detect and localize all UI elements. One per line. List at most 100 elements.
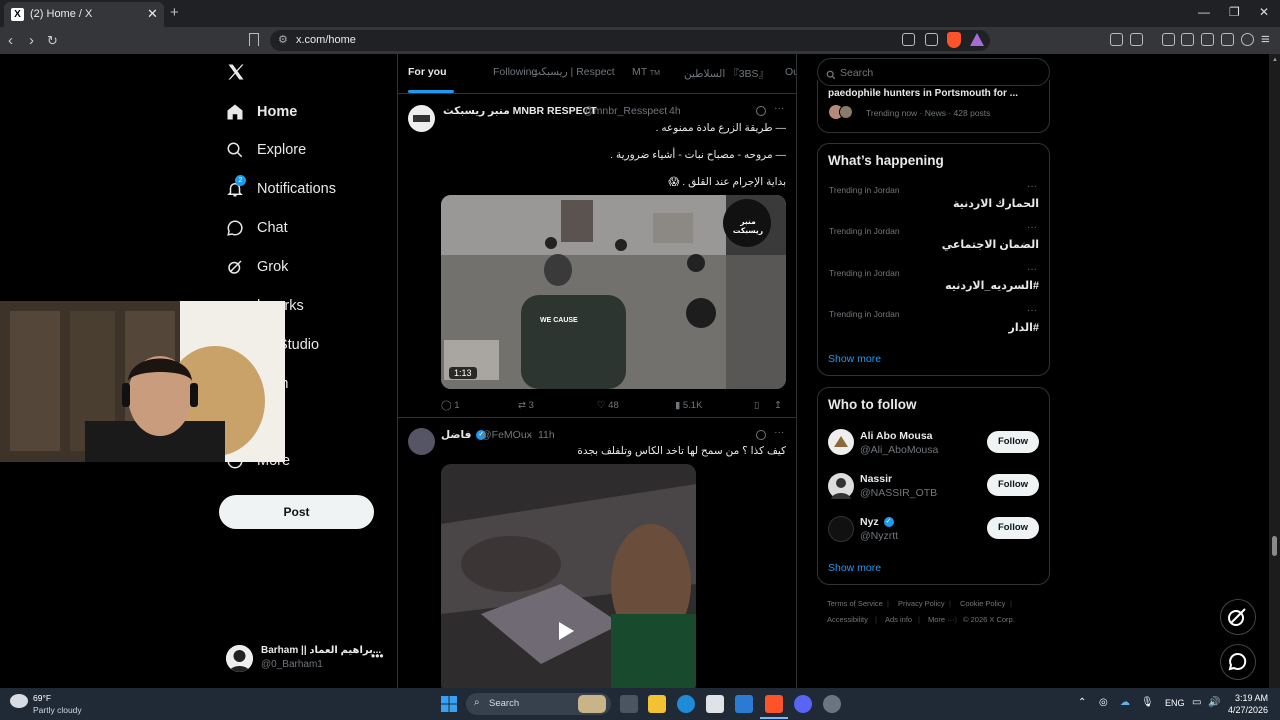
trending-news-card[interactable]: paedophile hunters in Portsmouth for ...…	[817, 80, 1050, 133]
messages-fab-button[interactable]	[1220, 644, 1256, 680]
tweet-author-name[interactable]: فاضل ✓	[441, 429, 487, 441]
sidebar-item-explore[interactable]: Explore	[226, 132, 306, 168]
trend-title[interactable]: paedophile hunters in Portsmouth for ...	[828, 88, 1018, 99]
follow-button[interactable]: Follow	[987, 431, 1039, 453]
share-icon[interactable]	[925, 33, 938, 46]
restore-icon[interactable]: ❐	[1229, 5, 1240, 19]
reload-icon[interactable]: ↻	[47, 33, 58, 49]
tweet-time[interactable]: 11h	[538, 429, 555, 441]
vpn-icon[interactable]	[1241, 33, 1254, 46]
tweet-time[interactable]: 4h	[669, 105, 681, 117]
repost-button[interactable]: ⇄ 3	[518, 400, 534, 411]
grok-explain-icon[interactable]	[756, 430, 766, 440]
footer-link[interactable]: More ···	[928, 615, 955, 624]
minimize-icon[interactable]: —	[1198, 5, 1210, 19]
tray-overflow-icon[interactable]: ⌃	[1078, 697, 1086, 708]
views-button[interactable]: ▮ 5.1K	[675, 400, 702, 411]
taskbar-search[interactable]: ⌕ Search	[466, 693, 611, 715]
follow-name[interactable]: Nyz ✓	[860, 516, 894, 528]
x-logo-icon[interactable]	[226, 62, 246, 87]
screenshot-icon[interactable]	[1130, 33, 1143, 46]
reader-icon[interactable]	[902, 33, 915, 46]
tweet-video[interactable]	[441, 464, 696, 688]
tweet-author-name[interactable]: منبر ريسبكت MNBR RESPECT	[443, 105, 597, 117]
leo-ai-icon[interactable]	[1221, 33, 1234, 46]
show-more-link[interactable]: Show more	[828, 353, 881, 365]
tweet-more-icon[interactable]: ···	[774, 102, 785, 114]
footer-link[interactable]: Terms of Service	[827, 599, 883, 608]
trend-item[interactable]: #السرديه_الاردنيه	[945, 279, 1039, 292]
footer-link[interactable]: Cookie Policy	[960, 599, 1005, 608]
windows-start-icon[interactable]	[441, 696, 457, 712]
tweet[interactable]: منبر ريسبكت MNBR RESPECT @mnbr_Resspect …	[398, 98, 796, 418]
file-explorer-icon[interactable]	[648, 695, 666, 713]
extensions-icon[interactable]	[1110, 33, 1123, 46]
follow-handle[interactable]: @Nyzrtt	[860, 530, 898, 542]
brave-rewards-icon[interactable]	[970, 33, 984, 46]
scrollbar-thumb[interactable]	[1272, 536, 1277, 556]
follow-button[interactable]: Follow	[987, 517, 1039, 539]
volume-icon[interactable]: 🔊	[1208, 697, 1220, 708]
tweet-video[interactable]: WE CAUSE منبر ريسبكت 1:13	[441, 195, 786, 389]
sidebar-item-grok[interactable]: Grok	[226, 249, 288, 285]
sidebar-item-notifications[interactable]: 2 Notifications	[226, 171, 336, 207]
tab-mt[interactable]: MT TM	[632, 66, 660, 78]
tweet-author-handle[interactable]: @FeMOux	[481, 429, 532, 441]
discord-icon[interactable]	[794, 695, 812, 713]
bookmark-page-icon[interactable]	[249, 33, 259, 46]
footer-link[interactable]: Ads info	[885, 615, 912, 624]
brave-taskbar-icon[interactable]	[765, 695, 783, 713]
avatar[interactable]	[828, 429, 854, 455]
more-dots-icon[interactable]: ···	[1027, 222, 1037, 233]
trend-item[interactable]: #الدار	[1009, 321, 1039, 334]
more-dots-icon[interactable]: ···	[1027, 181, 1037, 192]
avatar[interactable]	[408, 105, 435, 132]
weather-desc[interactable]: Partly cloudy	[33, 705, 82, 715]
more-dots-icon[interactable]: ···	[1027, 264, 1037, 275]
post-button[interactable]: Post	[219, 495, 374, 529]
avatar[interactable]	[408, 428, 435, 455]
reply-button[interactable]: ◯ 1	[441, 400, 460, 411]
scroll-up-icon[interactable]: ▲	[1272, 57, 1278, 63]
page-scrollbar[interactable]: ▲	[1269, 54, 1280, 688]
sidebar-item-home[interactable]: Home	[226, 94, 297, 130]
browser-tab[interactable]: X (2) Home / X ✕	[4, 2, 164, 27]
trend-item[interactable]: الضمان الاجتماعي	[942, 238, 1039, 251]
follow-button[interactable]: Follow	[987, 474, 1039, 496]
avatar[interactable]	[828, 473, 854, 499]
footer-link[interactable]: Accessibility	[827, 615, 868, 624]
play-icon[interactable]	[559, 622, 574, 640]
follow-handle[interactable]: @Ali_AboMousa	[860, 444, 938, 456]
mail-icon[interactable]	[735, 695, 753, 713]
microphone-icon[interactable]: 🎙	[1141, 697, 1154, 708]
grok-explain-icon[interactable]	[756, 106, 766, 116]
more-dots-icon[interactable]: ···	[1027, 305, 1037, 316]
trend-item[interactable]: الحمارك الاردنية	[953, 197, 1039, 210]
address-bar[interactable]: ⚙ x.com/home	[270, 30, 990, 51]
app-icon[interactable]	[823, 695, 841, 713]
tweet[interactable]: فاضل ✓ @FeMOux · 11h ··· كيف كذا ؟ من سم…	[398, 420, 796, 688]
media-icon[interactable]	[1162, 33, 1175, 46]
more-dots-icon[interactable]: •••	[371, 649, 384, 663]
tab-respect[interactable]: ريسبكت | Respect	[531, 66, 615, 78]
menu-icon[interactable]: ≡	[1261, 31, 1270, 48]
follow-name[interactable]: Ali Abo Mousa	[860, 430, 933, 442]
tweet-author-handle[interactable]: @mnbr_Resspect	[583, 105, 667, 117]
clock-time[interactable]: 3:19 AM	[1226, 693, 1268, 703]
new-tab-icon[interactable]: +	[170, 4, 179, 21]
network-icon[interactable]: ▭	[1192, 697, 1201, 708]
store-icon[interactable]	[706, 695, 724, 713]
brave-shields-icon[interactable]	[947, 32, 961, 48]
back-icon[interactable]: ‹	[8, 32, 13, 49]
footer-link[interactable]: Privacy Policy	[898, 599, 945, 608]
language-indicator[interactable]: ENG	[1165, 698, 1185, 708]
grok-fab-button[interactable]	[1220, 599, 1256, 635]
tray-app-icon[interactable]: ◎	[1099, 697, 1108, 708]
forward-icon[interactable]: ›	[29, 32, 34, 49]
close-window-icon[interactable]: ✕	[1259, 5, 1269, 19]
avatar[interactable]	[828, 516, 854, 542]
sidebar-icon[interactable]	[1181, 33, 1194, 46]
account-switcher[interactable]: Barham || براهيم العماد... @0_Barham1 ••…	[226, 643, 386, 675]
bookmark-tweet-icon[interactable]: ▯	[754, 400, 759, 411]
sidebar-item-chat[interactable]: Chat	[226, 210, 288, 246]
